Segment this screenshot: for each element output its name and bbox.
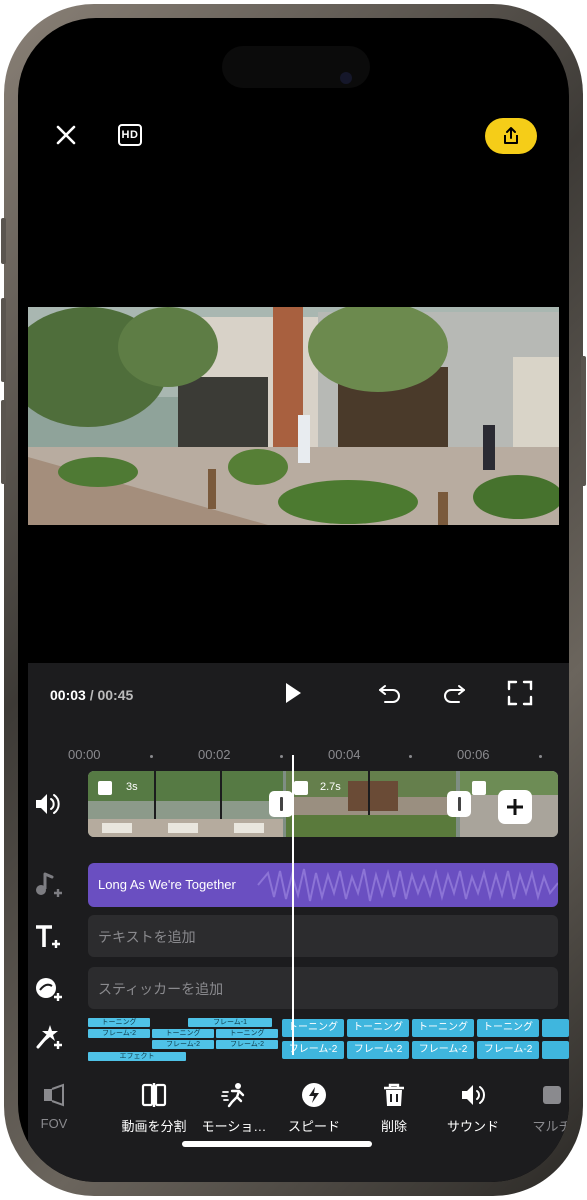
volume-up-button — [1, 298, 6, 382]
undo-icon[interactable] — [376, 679, 404, 707]
tool-label: マルチ — [532, 1119, 569, 1134]
clip-settings-icon[interactable] — [294, 781, 308, 795]
tool-delete[interactable]: 削除 — [354, 1068, 434, 1135]
ruler-dot — [150, 755, 153, 758]
hd-label: HD — [121, 129, 139, 141]
edit-toolbar: FOV 動画を分割 モーショ… スピード 削除 サウンド マルチ — [28, 1068, 569, 1138]
tool-label: FOV — [40, 1116, 68, 1131]
video-preview[interactable] — [28, 307, 559, 525]
clip-settings-icon[interactable] — [98, 781, 112, 795]
street-scene-image — [28, 307, 559, 525]
tool-label: 削除 — [380, 1119, 407, 1134]
export-button[interactable] — [485, 118, 537, 154]
action-button — [1, 218, 6, 264]
effect-clip[interactable]: トーニング — [477, 1019, 539, 1037]
effect-clip-partial[interactable] — [542, 1019, 569, 1037]
volume-down-button — [1, 400, 6, 484]
close-icon[interactable] — [54, 123, 78, 147]
tool-speed[interactable]: スピード — [274, 1068, 354, 1135]
home-indicator — [182, 1141, 372, 1147]
effect-clip[interactable]: トーニング — [216, 1029, 278, 1038]
add-sticker-icon[interactable] — [32, 973, 64, 1005]
add-sticker-track[interactable]: スティッカーを追加 — [88, 967, 558, 1009]
ruler-tick: 00:06 — [457, 747, 490, 762]
tool-label: スピード — [287, 1119, 340, 1134]
effect-clip[interactable]: フレーム-1 — [188, 1018, 272, 1027]
volume-icon[interactable] — [32, 788, 64, 820]
play-icon[interactable] — [278, 679, 306, 707]
redo-icon[interactable] — [440, 679, 468, 707]
fov-icon — [44, 1083, 64, 1107]
effect-clip[interactable]: エフェクト — [88, 1052, 186, 1061]
tool-label: モーショ… — [201, 1119, 267, 1134]
sound-icon — [462, 1085, 485, 1105]
power-button — [581, 356, 586, 486]
effect-clip[interactable]: フレーム-2 — [88, 1029, 150, 1038]
add-text-track[interactable]: テキストを追加 — [88, 915, 558, 957]
effect-clip[interactable]: フレーム-2 — [477, 1041, 539, 1059]
tool-label: サウンド — [446, 1119, 499, 1134]
video-track[interactable]: 3s 2.7s — [88, 771, 558, 837]
ruler-tick: 00:04 — [328, 747, 361, 762]
tool-sound[interactable]: サウンド — [433, 1068, 513, 1135]
transition-icon — [279, 797, 283, 811]
fullscreen-icon[interactable] — [506, 679, 534, 707]
transition-button[interactable] — [447, 791, 471, 817]
effect-clip[interactable]: フレーム-2 — [412, 1041, 474, 1059]
timeline-editor: 00:03 / 00:45 00:00 00:02 00:04 00:06 3s… — [28, 663, 569, 1182]
ruler-tick: 00:00 — [68, 747, 101, 762]
share-icon — [504, 127, 518, 144]
clip-duration: 3s — [126, 781, 138, 793]
total-time: 00:45 — [97, 687, 134, 703]
add-effect-icon[interactable] — [32, 1021, 64, 1053]
screen: HD 00:03 / 00:45 00:00 00:02 00:04 00:06… — [18, 18, 569, 1182]
tool-split[interactable]: 動画を分割 — [114, 1068, 194, 1135]
audio-track[interactable]: Long As We're Together — [88, 863, 558, 907]
effect-clip[interactable]: フレーム-2 — [216, 1040, 278, 1049]
effect-clip-partial[interactable] — [542, 1041, 569, 1059]
speed-icon — [302, 1083, 326, 1107]
delete-icon — [384, 1083, 404, 1106]
clip-settings-icon[interactable] — [472, 781, 486, 795]
effect-clip[interactable]: トーニング — [152, 1029, 214, 1038]
effect-clip[interactable]: フレーム-2 — [152, 1040, 214, 1049]
effect-clip[interactable]: トーニング — [88, 1018, 150, 1027]
clip-duration: 2.7s — [320, 781, 341, 793]
tool-fov[interactable]: FOV — [18, 1068, 94, 1131]
hd-toggle-button[interactable]: HD — [118, 124, 142, 146]
ruler-dot — [539, 755, 542, 758]
time-separator: / — [89, 687, 94, 703]
add-sticker-placeholder: スティッカーを追加 — [98, 981, 224, 997]
front-camera — [340, 72, 352, 84]
add-text-placeholder: テキストを追加 — [98, 929, 196, 945]
effect-clip[interactable]: トーニング — [347, 1019, 409, 1037]
split-icon — [141, 1083, 167, 1107]
current-time: 00:03 — [50, 687, 86, 703]
audio-title: Long As We're Together — [98, 877, 236, 892]
plus-icon — [507, 799, 523, 815]
add-music-icon[interactable] — [32, 869, 64, 901]
effect-clip[interactable]: トーニング — [412, 1019, 474, 1037]
effect-clip[interactable]: フレーム-2 — [347, 1041, 409, 1059]
tool-motion[interactable]: モーショ… — [194, 1068, 274, 1135]
time-display: 00:03 / 00:45 — [50, 687, 133, 703]
tool-multi[interactable]: マルチ — [512, 1068, 569, 1135]
time-ruler[interactable]: 00:00 00:02 00:04 00:06 — [28, 747, 569, 767]
ruler-dot — [280, 755, 283, 758]
playhead[interactable] — [292, 755, 294, 1055]
tool-label: 動画を分割 — [121, 1119, 187, 1134]
motion-icon — [221, 1083, 245, 1108]
ruler-tick: 00:02 — [198, 747, 231, 762]
multi-icon — [543, 1086, 561, 1104]
add-clip-button[interactable] — [498, 790, 532, 824]
ruler-dot — [409, 755, 412, 758]
transition-button[interactable] — [269, 791, 293, 817]
transition-icon — [457, 797, 461, 811]
add-text-icon[interactable] — [32, 921, 64, 953]
